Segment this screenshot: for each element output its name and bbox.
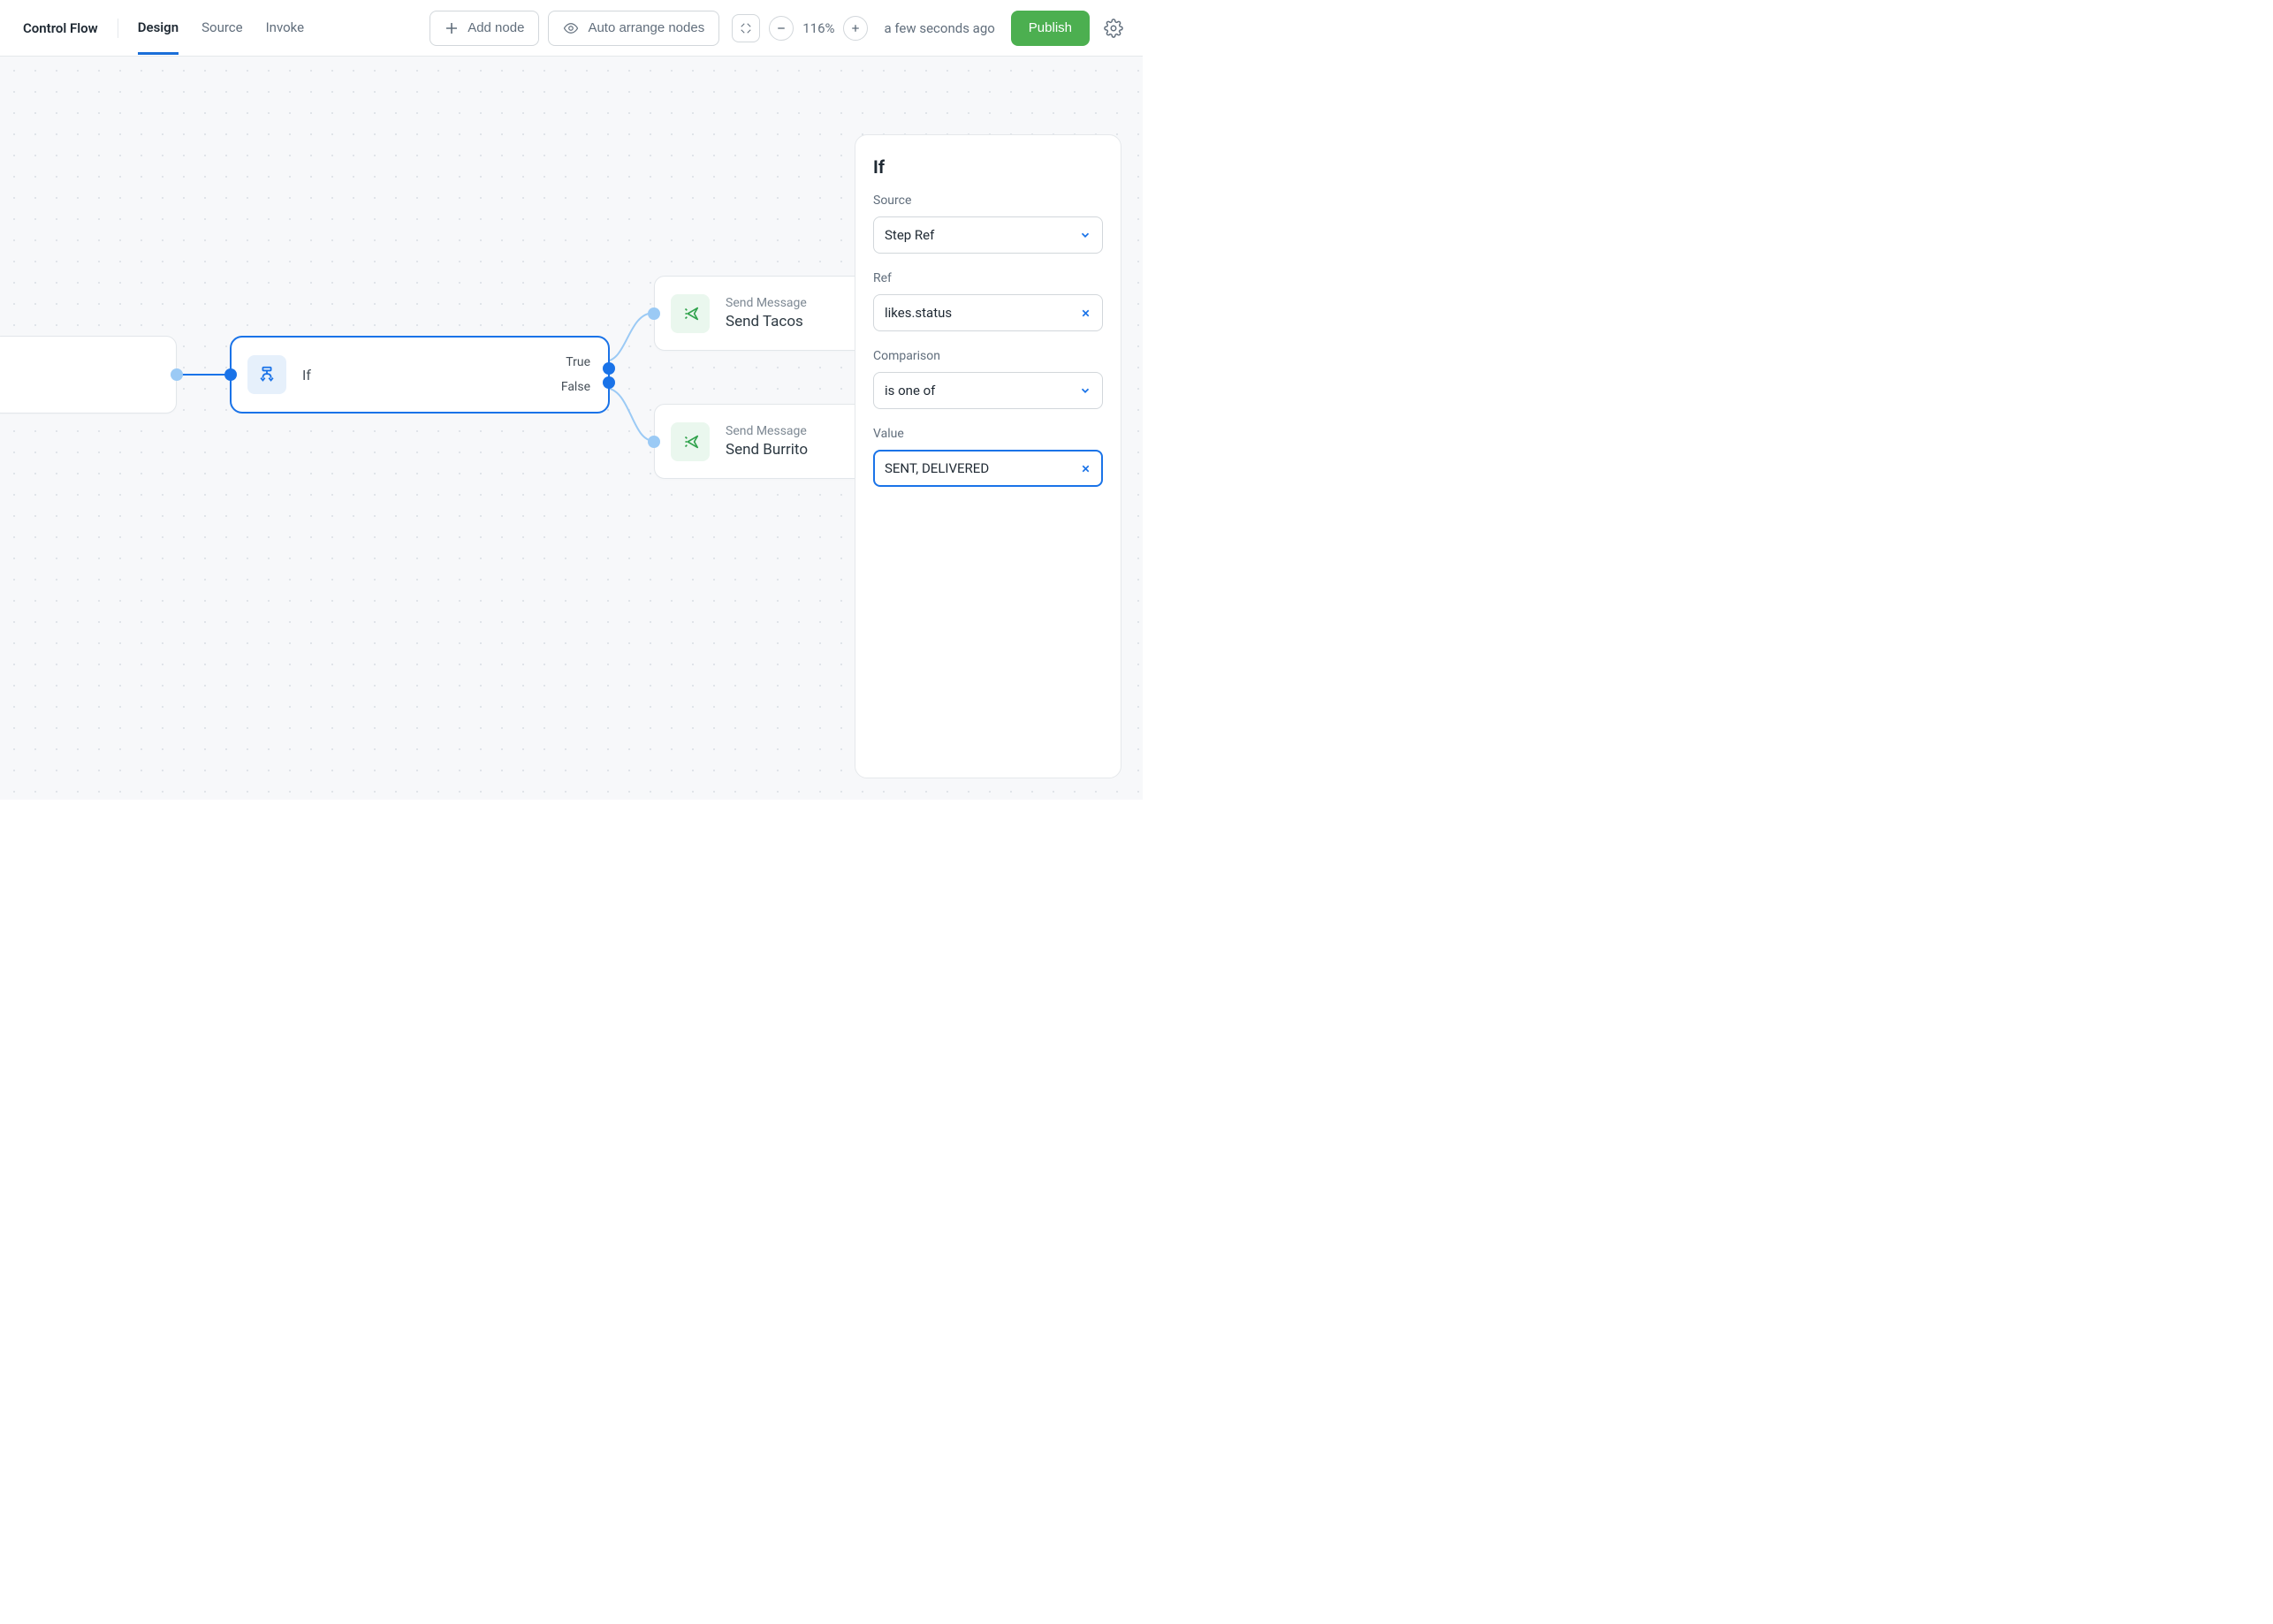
port-in[interactable]: [224, 368, 237, 381]
value-label: Value: [873, 427, 1103, 441]
auto-arrange-button[interactable]: Auto arrange nodes: [548, 11, 719, 46]
clear-ref-button[interactable]: [1080, 307, 1091, 319]
clear-value-button[interactable]: [1080, 463, 1091, 474]
panel-title: If: [873, 156, 1103, 178]
ref-value: likes.status: [885, 305, 952, 321]
flow-canvas[interactable]: If True False Send Message Send Tacos: [0, 57, 1143, 800]
plus-icon: [445, 21, 459, 35]
start-node[interactable]: [0, 336, 177, 414]
node-type-label: Send Message: [726, 423, 808, 439]
port-in[interactable]: [648, 307, 660, 320]
port-out[interactable]: [171, 368, 183, 381]
ref-input[interactable]: likes.status: [873, 294, 1103, 331]
app-title: Control Flow: [23, 20, 98, 36]
port-false[interactable]: [603, 376, 615, 389]
app-header: Control Flow Design Source Invoke Add no…: [0, 0, 1143, 57]
ref-label: Ref: [873, 271, 1103, 285]
publish-button[interactable]: Publish: [1011, 11, 1090, 46]
tab-invoke[interactable]: Invoke: [266, 2, 304, 55]
value-value: SENT, DELIVERED: [885, 460, 989, 476]
send-icon: [671, 294, 710, 333]
port-true[interactable]: [603, 362, 615, 375]
node-type-label: Send Message: [726, 295, 807, 311]
plus-icon: [850, 23, 861, 34]
source-value: Step Ref: [885, 227, 934, 243]
source-select[interactable]: Step Ref: [873, 216, 1103, 254]
settings-button[interactable]: [1104, 19, 1123, 38]
zoom-out-button[interactable]: [769, 16, 794, 41]
source-label: Source: [873, 194, 1103, 208]
comparison-label: Comparison: [873, 349, 1103, 363]
minus-icon: [776, 23, 787, 34]
tab-source[interactable]: Source: [201, 2, 242, 55]
true-port-label: True: [566, 355, 590, 369]
zoom-level: 116%: [802, 20, 834, 36]
port-in[interactable]: [648, 436, 660, 448]
value-input[interactable]: SENT, DELIVERED: [873, 450, 1103, 487]
false-port-label: False: [561, 380, 590, 394]
comparison-select[interactable]: is one of: [873, 372, 1103, 409]
send-icon: [671, 422, 710, 461]
tabs: Design Source Invoke: [138, 2, 304, 55]
properties-panel: If Source Step Ref Ref likes.status Comp…: [855, 134, 1121, 778]
add-node-button[interactable]: Add node: [430, 11, 539, 46]
auto-arrange-label: Auto arrange nodes: [588, 20, 704, 35]
node-title: Send Burrito: [726, 440, 808, 459]
if-node[interactable]: If True False: [230, 336, 610, 414]
zoom-fit-button[interactable]: [732, 14, 760, 42]
eye-icon: [563, 20, 579, 36]
comparison-value: is one of: [885, 383, 935, 398]
add-node-label: Add node: [468, 20, 524, 35]
chevron-down-icon: [1079, 384, 1091, 397]
zoom-controls: 116%: [732, 14, 868, 42]
node-title: Send Tacos: [726, 312, 807, 331]
if-node-label: If: [302, 367, 311, 383]
branch-icon: [247, 355, 286, 394]
tab-design[interactable]: Design: [138, 2, 179, 55]
chevron-down-icon: [1079, 229, 1091, 241]
close-icon: [1080, 463, 1091, 474]
close-icon: [1080, 307, 1091, 319]
zoom-in-button[interactable]: [843, 16, 868, 41]
gear-icon: [1104, 19, 1123, 38]
last-saved-timestamp: a few seconds ago: [884, 20, 994, 36]
fit-icon: [740, 22, 752, 34]
